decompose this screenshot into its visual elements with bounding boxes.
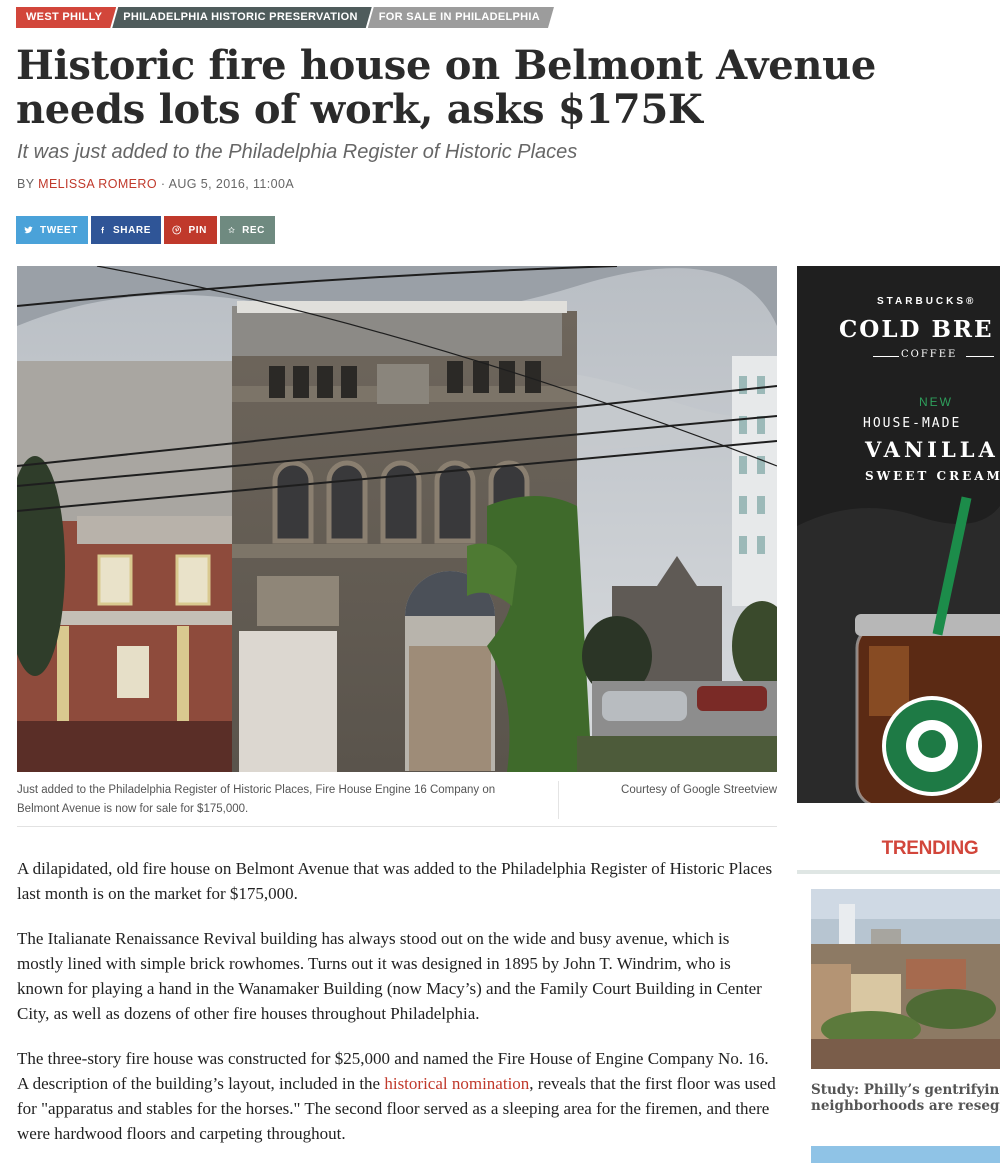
twitter-bird-icon (24, 226, 33, 234)
tweet-label: TWEET (40, 224, 78, 236)
byline-prefix: BY (17, 177, 39, 191)
paragraph-1: A dilapidated, old fire house on Belmont… (17, 859, 773, 903)
trending-story-title[interactable]: Study: Philly’s gentrifying neighborhood… (811, 1082, 1000, 1114)
trending-divider (797, 870, 1000, 874)
historical-nomination-link[interactable]: historical nomination (384, 1074, 529, 1093)
rec-label: REC (242, 224, 265, 236)
ad-new: NEW (919, 395, 953, 409)
pin-label: PIN (188, 224, 207, 236)
trending-story-image[interactable] (811, 889, 1000, 1069)
caption-text: Just added to the Philadelphia Register … (17, 784, 496, 815)
ad-rule-right (966, 356, 994, 357)
ad-rule-left (873, 356, 899, 357)
byline: BY MELISSA ROMERO · AUG 5, 2016, 11:00A (17, 177, 294, 191)
tweet-button[interactable]: TWEET (16, 216, 88, 244)
paragraph-2: The Italianate Renaissance Revival build… (17, 929, 762, 1023)
star-icon (228, 226, 235, 233)
author-link[interactable]: MELISSA ROMERO (38, 177, 157, 191)
ad-headline: COLD BRE (839, 316, 994, 343)
fire-house-photo (17, 266, 777, 772)
ad-coffee: COFFEE (901, 349, 958, 360)
pin-button[interactable]: PIN (164, 216, 217, 244)
paragraph-3: The three-story fire house was construct… (17, 1046, 777, 1146)
hero-image[interactable] (17, 266, 777, 772)
trending-heading: TRENDING (881, 838, 979, 859)
publish-date: AUG 5, 2016, 11:00A (168, 177, 295, 191)
share-bar: TWEET SHARE PIN REC (16, 216, 275, 244)
ad-sweet-cream: SWEET CREAM (865, 469, 1000, 483)
image-caption: Just added to the Philadelphia Register … (17, 781, 777, 827)
tag-west-philly[interactable]: WEST PHILLY (16, 7, 116, 28)
pinterest-icon (172, 225, 182, 235)
page-title: Historic fire house on Belmont Avenue ne… (16, 42, 877, 133)
ad-brand: STARBUCKS® (877, 296, 977, 307)
caption-divider (558, 781, 559, 819)
article-body: A dilapidated, old fire house on Belmont… (17, 856, 777, 1163)
ad-house-made: HOUSE-MADE (863, 416, 962, 431)
tag-ribbon: WEST PHILLY PHILADELPHIA HISTORIC PRESER… (16, 7, 550, 28)
subtitle: It was just added to the Philadelphia Re… (17, 141, 578, 163)
starbucks-ad[interactable]: STARBUCKS® COLD BRE COFFEE NEW HOUSE-MAD… (797, 266, 1000, 803)
ad-vanilla: VANILLA (865, 437, 999, 462)
share-label: SHARE (112, 224, 151, 236)
tag-philadelphia-historic-preservation[interactable]: PHILADELPHIA HISTORIC PRESERVATION (112, 7, 372, 28)
ad-background (797, 266, 1000, 803)
tag-for-sale-in-philadelphia[interactable]: FOR SALE IN PHILADELPHIA (368, 7, 554, 28)
facebook-icon (101, 226, 105, 234)
city-skyline-photo (811, 889, 1000, 1069)
byline-separator: · (156, 177, 169, 191)
share-button[interactable]: SHARE (91, 216, 161, 244)
photo-credit: Courtesy of Google Streetview (621, 784, 777, 796)
rec-button[interactable]: REC (220, 216, 275, 244)
trending-next-image[interactable] (811, 1146, 1000, 1163)
